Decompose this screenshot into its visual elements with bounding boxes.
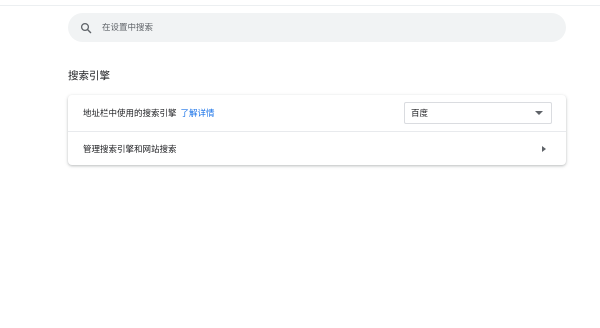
search-engine-select[interactable]: 百度 [404,102,552,124]
settings-page: 搜索引擎 地址栏中使用的搜索引擎 了解详情 百度 管理搜索引擎和网站搜索 [0,0,600,328]
selected-search-engine: 百度 [411,109,429,119]
search-icon-graphic [80,22,92,33]
top-divider [0,0,600,6]
search-input[interactable] [102,22,522,33]
chevron-right-icon [542,146,546,152]
search-icon [79,21,93,35]
settings-search-bar[interactable] [68,13,566,42]
manage-search-engines-label: 管理搜索引擎和网站搜索 [83,144,177,155]
default-search-engine-label: 地址栏中使用的搜索引擎 [83,108,177,119]
learn-more-link[interactable]: 了解详情 [181,107,215,119]
chevron-down-icon [535,111,543,115]
section-title: 搜索引擎 [68,70,110,82]
manage-search-engines-row[interactable]: 管理搜索引擎和网站搜索 [68,131,566,165]
search-engine-card: 地址栏中使用的搜索引擎 了解详情 百度 管理搜索引擎和网站搜索 [68,95,566,165]
default-search-engine-row: 地址栏中使用的搜索引擎 了解详情 百度 [68,95,566,130]
